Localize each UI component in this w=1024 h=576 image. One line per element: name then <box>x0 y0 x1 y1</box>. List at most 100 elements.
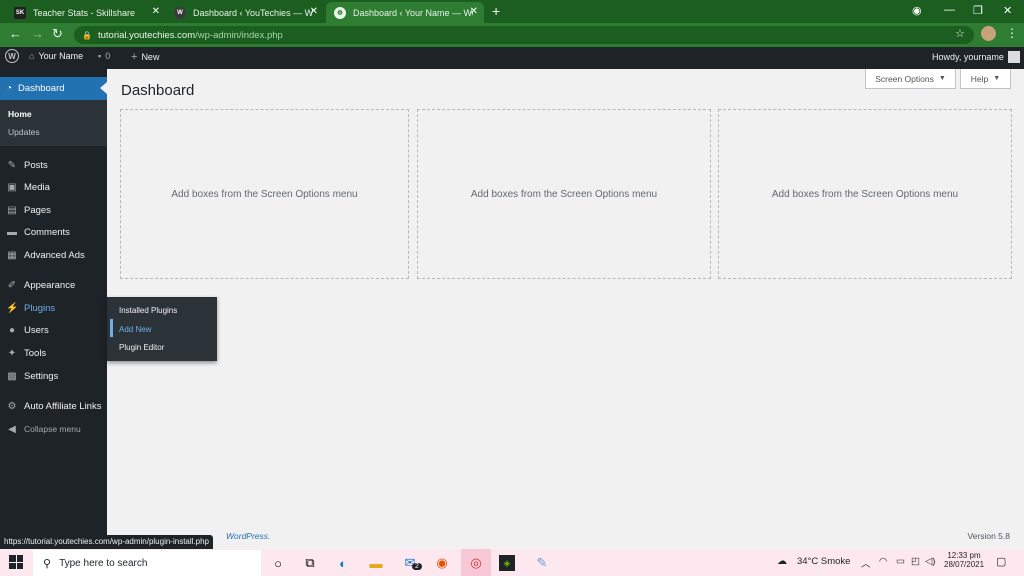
paint-icon[interactable]: ✎ <box>532 553 552 573</box>
menu-appearance[interactable]: ✐ Appearance <box>0 275 107 295</box>
dashboard-dropzone-1: Add boxes from the Screen Options menu <box>120 109 409 279</box>
tab-youtechies-dashboard[interactable]: W Dashboard ‹ YouTechies — Word ✕ <box>166 2 324 23</box>
profile-avatar[interactable] <box>981 26 996 41</box>
chrome-icon[interactable]: ◎ <box>466 553 486 573</box>
new-tab-button[interactable]: + <box>492 3 500 19</box>
lock-icon: 🔒 <box>82 30 92 40</box>
site-name-link[interactable]: ⌂ Your Name <box>29 51 83 61</box>
menu-plugins[interactable]: ⚡ Plugins <box>0 298 107 318</box>
submenu-home[interactable]: Home <box>8 109 32 119</box>
menu-tools[interactable]: ✦ Tools <box>0 343 107 363</box>
button-label: Screen Options <box>875 73 934 84</box>
tab-teacher-stats[interactable]: SK Teacher Stats - Skillshare ✕ <box>6 2 166 23</box>
flyout-add-new[interactable]: Add New <box>119 325 151 334</box>
dashboard-dropzone-3: Add boxes from the Screen Options menu <box>718 109 1012 279</box>
task-view-icon[interactable]: ⧉ <box>300 553 320 573</box>
menu-label: Dashboard <box>18 83 65 94</box>
battery-icon[interactable]: ▭ <box>896 556 905 567</box>
wordpress-logo-icon[interactable]: W <box>5 49 19 63</box>
menu-label: Posts <box>24 159 48 171</box>
bookmark-star-icon[interactable]: ☆ <box>955 27 965 40</box>
chevron-up-icon[interactable]: ︿ <box>861 556 871 570</box>
menu-label: Users <box>24 324 49 336</box>
tab-your-name-dashboard[interactable]: ◍ Dashboard ‹ Your Name — Word ✕ <box>326 2 484 23</box>
flyout-plugin-editor[interactable]: Plugin Editor <box>119 343 164 352</box>
screen-options-button[interactable]: Screen Options ▼ <box>865 69 956 89</box>
comment-icon: ▪ <box>98 51 102 61</box>
tab-title: Dashboard ‹ Your Name — Word <box>353 7 473 18</box>
menu-advanced-ads[interactable]: ▦ Advanced Ads <box>0 245 107 265</box>
page-title: Dashboard <box>121 82 195 99</box>
taskbar-search[interactable]: ⚲ Type here to search <box>33 550 261 576</box>
plug-icon: ⚡ <box>6 302 19 314</box>
menu-label: Comments <box>24 226 70 238</box>
pin-icon: ✎ <box>7 159 17 171</box>
footer-thanks: WordPress. <box>226 531 270 541</box>
back-icon[interactable]: ← <box>9 26 22 41</box>
plus-icon: + <box>131 51 138 63</box>
current-menu-arrow <box>100 82 107 94</box>
home-icon: ⌂ <box>29 51 35 61</box>
edge-icon[interactable]: ◐ <box>333 553 353 573</box>
firefox-icon[interactable]: ◉ <box>432 553 452 573</box>
pages-icon: ▤ <box>7 204 17 216</box>
menu-label: Auto Affiliate Links <box>24 400 102 412</box>
wordpress-icon: W <box>174 6 186 19</box>
menu-auto-affiliate-links[interactable]: ⚙ Auto Affiliate Links <box>0 396 107 416</box>
menu-label: Appearance <box>24 279 76 291</box>
button-label: Help <box>970 73 989 84</box>
reload-icon[interactable]: ↻ <box>52 26 63 42</box>
settings-icon: ▩ <box>7 370 17 382</box>
menu-media[interactable]: ▣ Media <box>0 177 107 197</box>
window-close-icon[interactable]: ✕ <box>1003 4 1012 17</box>
maximize-icon[interactable]: ❐ <box>973 4 983 17</box>
menu-dashboard[interactable]: ◔ Dashboard <box>0 77 107 100</box>
windows-start-icon[interactable] <box>9 555 23 569</box>
menu-posts[interactable]: ✎ Posts <box>0 155 107 175</box>
dropzone-text: Add boxes from the Screen Options menu <box>171 188 358 200</box>
url-path: /wp-admin/index.php <box>195 29 283 41</box>
my-account-link[interactable]: Howdy, yourname <box>932 51 1020 63</box>
url-host: tutorial.youtechies.com <box>97 29 196 41</box>
file-explorer-icon[interactable]: ▬ <box>366 553 386 573</box>
notification-icon[interactable]: ▢ <box>996 555 1006 568</box>
skillshare-favicon: SK <box>14 6 26 19</box>
volume-icon[interactable]: ◁) <box>925 556 935 567</box>
help-button[interactable]: Help ▼ <box>960 69 1011 89</box>
comment-icon: ▬ <box>7 226 17 238</box>
ads-icon: ▦ <box>7 249 17 261</box>
cortana-icon[interactable]: ○ <box>268 553 288 573</box>
search-icon: ⚲ <box>43 557 52 570</box>
dropzone-text: Add boxes from the Screen Options menu <box>470 188 658 200</box>
version-text: Version 5.8 <box>967 531 1010 541</box>
submenu-updates[interactable]: Updates <box>8 127 40 137</box>
url-bar[interactable]: 🔒 tutorial.youtechies.com/wp-admin/index… <box>74 26 974 44</box>
menu-label: Tools <box>24 347 47 359</box>
comments-link[interactable]: ▪ 0 <box>98 51 110 61</box>
menu-pages[interactable]: ▤ Pages <box>0 200 107 220</box>
close-icon[interactable]: ✕ <box>470 6 478 17</box>
close-icon[interactable]: ✕ <box>152 6 160 17</box>
browser-menu-icon[interactable]: ⋮ <box>1006 26 1018 40</box>
wordpress-link[interactable]: WordPress. <box>226 531 270 541</box>
collapse-menu-button[interactable]: ◀ Collapse menu <box>0 419 107 439</box>
wifi-icon[interactable]: ◠ <box>879 556 887 567</box>
close-icon[interactable]: ✕ <box>310 6 318 17</box>
dashboard-icon: ◔ <box>6 83 13 94</box>
forward-icon[interactable]: → <box>31 26 44 41</box>
flyout-installed-plugins[interactable]: Installed Plugins <box>119 306 177 315</box>
new-content-link[interactable]: + New <box>131 51 159 63</box>
nvidia-icon[interactable]: ◈ <box>499 555 515 571</box>
weather-text[interactable]: 34°C Smoke <box>797 556 850 567</box>
menu-comments[interactable]: ▬ Comments <box>0 222 107 242</box>
clock[interactable]: 12:33 pm 28/07/2021 <box>944 551 984 569</box>
tab-search-icon[interactable]: ◉ <box>912 4 922 17</box>
dashboard-submenu <box>0 100 107 146</box>
gear-icon: ⚙ <box>7 400 17 412</box>
menu-users[interactable]: ● Users <box>0 320 107 340</box>
minimize-icon[interactable]: — <box>944 4 955 16</box>
mail-badge: 2 <box>412 563 422 570</box>
menu-settings[interactable]: ▩ Settings <box>0 366 107 386</box>
new-label: New <box>141 52 160 62</box>
network-icon[interactable]: ◰ <box>911 556 920 567</box>
